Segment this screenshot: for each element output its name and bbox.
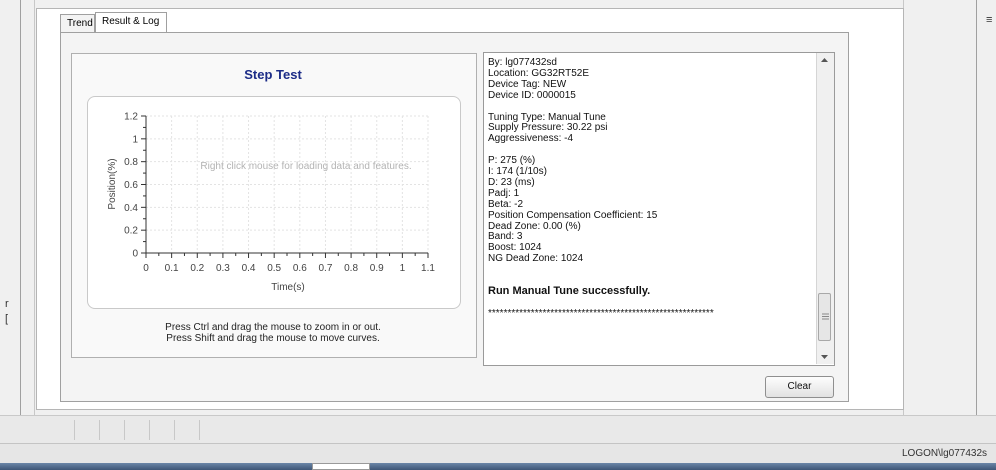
scroll-up-arrow-icon[interactable]: [819, 56, 830, 64]
toolbar-separator: [74, 420, 75, 440]
clear-button[interactable]: Clear: [765, 376, 834, 398]
log-line: NG Dead Zone: 1024: [488, 253, 584, 265]
x-tick-label: 0.6: [293, 263, 307, 274]
chart-overlay-hint: Right click mouse for loading data and f…: [200, 161, 411, 172]
toolbar-separator: [149, 420, 150, 440]
move-hint: Press Shift and drag the mouse to move c…: [166, 333, 380, 344]
log-line: Location: GG32RT52E: [488, 67, 589, 79]
x-tick-label: 1: [400, 263, 406, 274]
x-tick-label: 0.9: [370, 263, 384, 274]
log-line: Tuning Type: Manual Tune: [488, 111, 606, 123]
x-tick-label: 0.7: [319, 263, 333, 274]
x-tick-label: 0: [143, 263, 149, 274]
log-line: P: 275 (%): [488, 155, 536, 167]
x-tick-label: 0.8: [344, 263, 358, 274]
log-line: Device ID: 0000015: [488, 89, 576, 101]
x-tick-label: 0.2: [190, 263, 204, 274]
logon-status: LOGON\lg077432s: [902, 448, 988, 459]
log-line: Device Tag: NEW: [488, 78, 567, 90]
log-line: Run Manual Tune successfully.: [488, 284, 651, 297]
x-tick-label: 0.1: [165, 263, 179, 274]
log-line: Position Compensation Coefficient: 15: [488, 209, 658, 221]
y-tick-label: 1.2: [124, 112, 138, 123]
result-log[interactable]: By: lg077432sd Location: GG32RT52E Device …: [483, 52, 835, 366]
y-tick-label: 0: [132, 249, 138, 260]
taskbar-item[interactable]: [312, 463, 370, 470]
y-tick-label: 0.6: [124, 180, 138, 191]
x-tick-label: 0.4: [242, 263, 256, 274]
log-line: Boost: 1024: [488, 242, 542, 254]
toolbar-separator: [99, 420, 100, 440]
scroll-down-arrow-icon[interactable]: [819, 353, 830, 361]
scroll-grip-icon: [822, 313, 829, 320]
toolbar-separator: [124, 420, 125, 440]
log-line: I: 174 (1/10s): [488, 166, 547, 177]
x-tick-label: 0.3: [216, 263, 230, 274]
y-axis-label: Position(%): [107, 158, 118, 209]
log-line: Beta: -2: [488, 198, 524, 210]
log-line: ****************************************…: [488, 307, 714, 319]
toolbar-separator: [174, 420, 175, 440]
log-line: Dead Zone: 0.00 (%): [488, 220, 581, 232]
x-axis-label: Time(s): [271, 282, 305, 293]
taskbar: [0, 463, 996, 470]
toolbar-separator: [199, 420, 200, 440]
chart-ticks: 0 0.1 0.2 0.3 0.4 0.5 0.6 0.7 0.8 0.9 1 1.1 0 0.2 0.4 0…: [124, 112, 435, 275]
chart-grid: [145, 115, 429, 254]
log-line: Band: 3: [488, 231, 523, 243]
y-tick-label: 1: [132, 134, 138, 145]
log-line: Supply Pressure: 30.22 psi: [488, 122, 608, 134]
y-tick-label: 0.4: [124, 203, 138, 214]
x-tick-label: 1.1: [421, 263, 435, 274]
y-tick-label: 0.2: [124, 226, 138, 237]
status-bar: [0, 443, 996, 464]
y-tick-label: 0.8: [124, 157, 138, 168]
log-line: Aggressiveness: -4: [488, 133, 574, 145]
log-line: By: lg077432sd: [488, 57, 557, 68]
x-tick-label: 0.5: [267, 263, 281, 274]
log-line: D: 23 (ms): [488, 176, 535, 188]
log-line: Padj: 1: [488, 187, 520, 199]
zoom-hint: Press Ctrl and drag the mouse to zoom in…: [165, 322, 381, 333]
